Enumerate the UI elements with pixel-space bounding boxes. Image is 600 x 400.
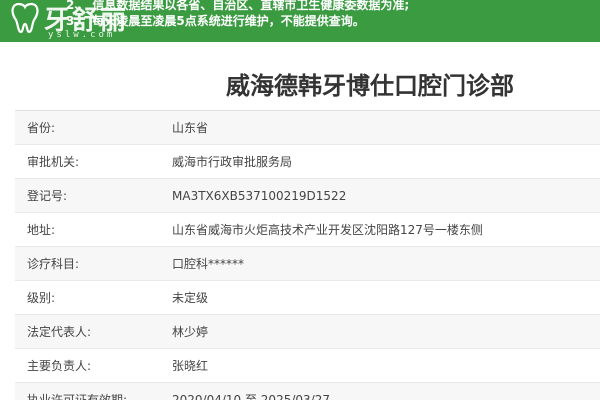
notice-line: 2、 信息数据结果以各省、自治区、直辖市卫生健康委数据为准; xyxy=(66,0,596,13)
notice-banner: 牙舒丽 yslw.com 2、 信息数据结果以各省、自治区、直辖市卫生健康委数据为… xyxy=(0,0,600,42)
table-row: 地址: 山东省威海市火炬高技术产业开发区沈阳路127号一楼东侧 xyxy=(15,213,600,247)
notice-line-text: 信息数据结果以各省、自治区、直辖市卫生健康委数据为准; xyxy=(92,0,410,12)
row-label: 审批机关: xyxy=(27,155,80,169)
table-row: 级别: 未定级 xyxy=(15,281,600,315)
row-label: 主要负责人: xyxy=(27,359,92,373)
table-row: 省份: 山东省 xyxy=(15,111,600,145)
row-value: 林少婷 xyxy=(172,325,209,339)
row-value: 未定级 xyxy=(172,291,209,305)
row-value: MA3TX6XB537100219D1522 xyxy=(172,188,347,203)
logo-domain: yslw.com xyxy=(48,30,116,40)
row-label: 诊疗科目: xyxy=(27,257,80,271)
row-label: 地址: xyxy=(27,223,56,237)
row-value: 张晓红 xyxy=(172,359,209,373)
row-value: 口腔科****** xyxy=(172,257,245,271)
notice-text: 2、 信息数据结果以各省、自治区、直辖市卫生健康委数据为准; 3、 每天凌晨至凌晨5… xyxy=(66,0,596,29)
row-label: 法定代表人: xyxy=(27,325,92,339)
row-label: 级别: xyxy=(27,291,56,305)
row-label: 省份: xyxy=(27,121,56,135)
tooth-logo-icon xyxy=(11,2,39,34)
row-value: 2020/04/10 至 2025/03/27 xyxy=(172,393,330,400)
table-row: 登记号: MA3TX6XB537100219D1522 xyxy=(15,179,600,213)
notice-number: 3、 xyxy=(66,14,87,28)
notice-number: 2、 xyxy=(66,0,87,12)
table-row: 主要负责人: 张晓红 xyxy=(15,349,600,383)
notice-line: 3、 每天凌晨至凌晨5点系统进行维护，不能提供查询。 xyxy=(66,13,596,29)
clinic-info-table: 省份: 山东省 审批机关: 威海市行政审批服务局 登记号: MA3TX6XB53… xyxy=(15,110,600,400)
row-value: 山东省威海市火炬高技术产业开发区沈阳路127号一楼东侧 xyxy=(172,223,483,237)
row-label: 执业许可证有效期: xyxy=(27,393,128,400)
table-row: 法定代表人: 林少婷 xyxy=(15,315,600,349)
row-value: 山东省 xyxy=(172,121,209,135)
table-row: 诊疗科目: 口腔科****** xyxy=(15,247,600,281)
notice-line-text: 每天凌晨至凌晨5点系统进行维护，不能提供查询。 xyxy=(92,14,365,28)
row-label: 登记号: xyxy=(27,189,68,203)
table-row: 审批机关: 威海市行政审批服务局 xyxy=(15,145,600,179)
table-row: 执业许可证有效期: 2020/04/10 至 2025/03/27 xyxy=(15,383,600,400)
page-title: 威海德韩牙博仕口腔门诊部 xyxy=(226,72,514,100)
row-value: 威海市行政审批服务局 xyxy=(172,155,293,169)
